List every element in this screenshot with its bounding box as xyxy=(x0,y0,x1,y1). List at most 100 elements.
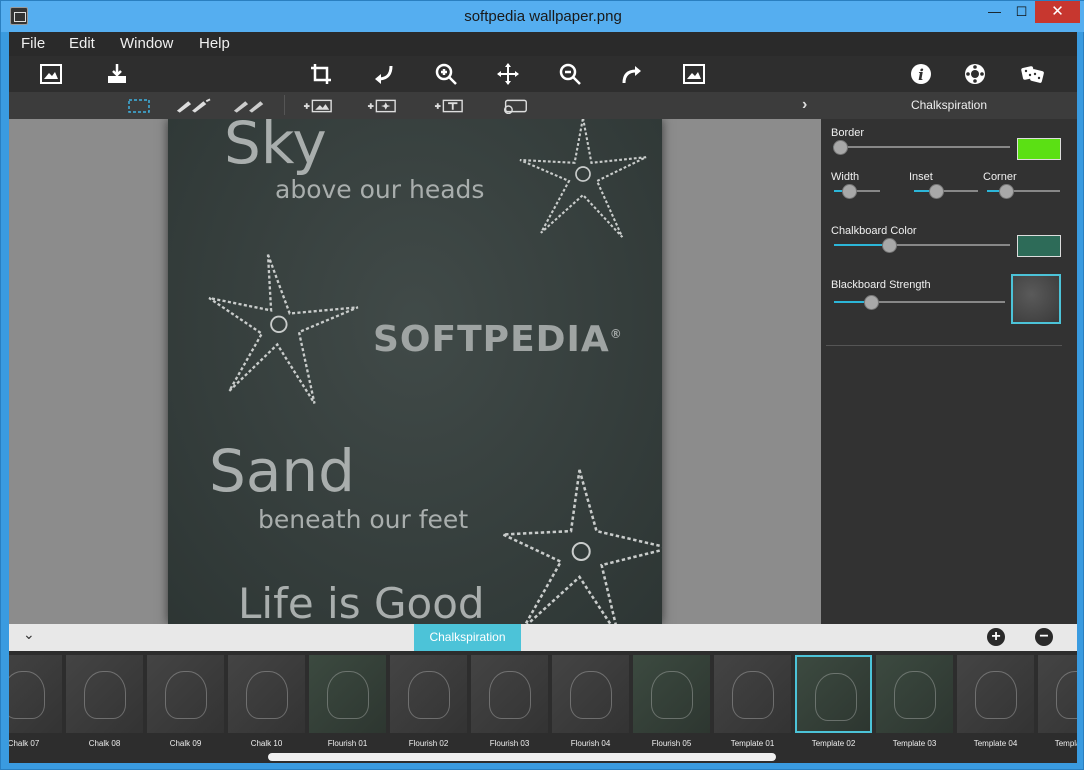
main-toolbar: i xyxy=(9,56,1077,92)
image-canvas[interactable]: Sky above our heads SOFTPEDIA® Sand bene… xyxy=(9,119,821,624)
chevron-right-icon[interactable]: › xyxy=(802,96,807,114)
preset-thumbnail-image xyxy=(147,655,224,733)
preset-thumbnail[interactable]: Chalk 10 xyxy=(228,655,305,748)
gallery-tab-chalkspiration[interactable]: Chalkspiration xyxy=(414,624,521,651)
preset-thumbnail-image xyxy=(228,655,305,733)
add-preset-button[interactable]: + xyxy=(987,628,1005,646)
width-label: Width xyxy=(831,171,860,183)
brush-tool-button[interactable] xyxy=(174,95,212,116)
settings-icon xyxy=(965,64,985,84)
preset-thumbnail-image xyxy=(957,655,1034,733)
zoom-out-button[interactable] xyxy=(556,61,584,87)
info-button[interactable]: i xyxy=(907,61,935,87)
settings-button[interactable] xyxy=(961,61,989,87)
add-shape-button[interactable] xyxy=(499,95,531,116)
move-icon xyxy=(497,63,519,85)
corner-slider[interactable] xyxy=(987,184,1060,199)
brush-alt-tool-button[interactable] xyxy=(231,95,269,116)
brush-icon xyxy=(176,98,211,113)
chalkboard-color-slider[interactable] xyxy=(834,238,1010,253)
window-title: softpedia wallpaper.png xyxy=(464,8,622,25)
undo-icon xyxy=(375,65,393,84)
add-shape-icon xyxy=(503,99,527,114)
dice-icon xyxy=(1021,66,1044,83)
menu-bar: File Edit Window Help xyxy=(9,32,1077,56)
maximize-button[interactable]: ☐ xyxy=(1008,1,1035,23)
blackboard-strength-slider[interactable] xyxy=(834,295,1005,310)
chalkboard-color-label: Chalkboard Color xyxy=(831,225,917,237)
preset-thumbnail[interactable]: Template 01 xyxy=(714,655,791,748)
preset-thumbnail-image xyxy=(876,655,953,733)
canvas-brand-mark: ® xyxy=(609,327,623,341)
add-effect-button[interactable] xyxy=(366,95,398,116)
save-icon xyxy=(108,64,126,83)
canvas-brand-text: SOFTPEDIA xyxy=(373,319,610,360)
info-icon: i xyxy=(911,64,931,84)
canvas-brand: SOFTPEDIA® xyxy=(373,319,623,360)
preset-thumbnail-image xyxy=(9,655,62,733)
fit-image-button[interactable] xyxy=(680,61,708,87)
menu-file[interactable]: File xyxy=(21,35,45,52)
preset-thumbnail[interactable]: Flourish 04 xyxy=(552,655,629,748)
gallery-scrollbar[interactable] xyxy=(268,753,776,761)
secondary-toolbar: › Chalkspiration xyxy=(9,92,1077,119)
preset-thumbnail[interactable]: Flourish 03 xyxy=(471,655,548,748)
preset-thumbnail-image xyxy=(795,655,872,733)
preset-thumbnail[interactable]: Chalk 07 xyxy=(9,655,62,748)
preset-thumbnail[interactable]: Template 03 xyxy=(876,655,953,748)
canvas-text-beneath: beneath our feet xyxy=(258,505,469,534)
preset-thumbnail-image xyxy=(1038,655,1077,733)
width-slider[interactable] xyxy=(834,184,880,199)
fit-image-icon xyxy=(683,64,705,84)
preset-thumbnail-image xyxy=(714,655,791,733)
preset-thumbnail[interactable]: Chalk 08 xyxy=(66,655,143,748)
selection-tool-button[interactable] xyxy=(126,95,152,116)
preset-thumbnail-image xyxy=(66,655,143,733)
chalkboard-color-swatch[interactable] xyxy=(1017,235,1061,257)
minimize-button[interactable]: — xyxy=(981,1,1008,23)
add-image-button[interactable] xyxy=(302,95,334,116)
preset-thumbnail[interactable]: Template 05 xyxy=(1038,655,1077,748)
close-button[interactable]: ✕ xyxy=(1035,1,1080,23)
random-button[interactable] xyxy=(1019,61,1047,87)
svg-text:i: i xyxy=(918,66,924,84)
move-button[interactable] xyxy=(494,61,522,87)
chevron-down-icon[interactable]: ⌄ xyxy=(23,626,35,643)
menu-window[interactable]: Window xyxy=(120,35,173,52)
preset-thumbnail-image xyxy=(471,655,548,733)
redo-button[interactable] xyxy=(618,61,646,87)
save-button[interactable] xyxy=(103,61,131,87)
undo-button[interactable] xyxy=(370,61,398,87)
selection-icon xyxy=(128,98,150,113)
border-slider[interactable] xyxy=(833,140,1010,155)
chalkboard-image[interactable]: Sky above our heads SOFTPEDIA® Sand bene… xyxy=(168,119,662,624)
starfish-middle-icon xyxy=(208,254,359,405)
gallery-bar: ⌄ Chalkspiration + − xyxy=(9,624,1077,651)
remove-preset-button[interactable]: − xyxy=(1035,628,1053,646)
starfish-top-icon xyxy=(519,119,647,238)
app-window: softpedia wallpaper.png — ☐ ✕ File Edit … xyxy=(0,0,1084,770)
panel-divider xyxy=(826,345,1062,346)
add-effect-icon xyxy=(367,99,396,112)
redo-icon xyxy=(622,66,641,84)
preset-thumbnail[interactable]: Chalk 09 xyxy=(147,655,224,748)
add-text-button[interactable] xyxy=(433,95,465,116)
menu-edit[interactable]: Edit xyxy=(69,35,95,52)
toolbar-separator xyxy=(284,95,285,115)
preset-gallery: Template 05Template 04Template 03Templat… xyxy=(9,651,1077,763)
border-color-swatch[interactable] xyxy=(1017,138,1061,160)
menu-help[interactable]: Help xyxy=(199,35,230,52)
inset-slider[interactable] xyxy=(914,184,978,199)
add-text-icon xyxy=(434,99,463,112)
blackboard-texture-swatch[interactable] xyxy=(1011,274,1061,324)
open-image-button[interactable] xyxy=(37,61,65,87)
zoom-in-button[interactable] xyxy=(432,61,460,87)
crop-button[interactable] xyxy=(307,61,335,87)
canvas-text-above: above our heads xyxy=(275,175,485,204)
preset-thumbnail[interactable]: Flourish 05 xyxy=(633,655,710,748)
preset-thumbnail[interactable]: Flourish 02 xyxy=(390,655,467,748)
preset-thumbnail-image xyxy=(552,655,629,733)
preset-thumbnail[interactable]: Template 02 xyxy=(795,655,872,748)
preset-thumbnail[interactable]: Flourish 01 xyxy=(309,655,386,748)
preset-thumbnail[interactable]: Template 04 xyxy=(957,655,1034,748)
